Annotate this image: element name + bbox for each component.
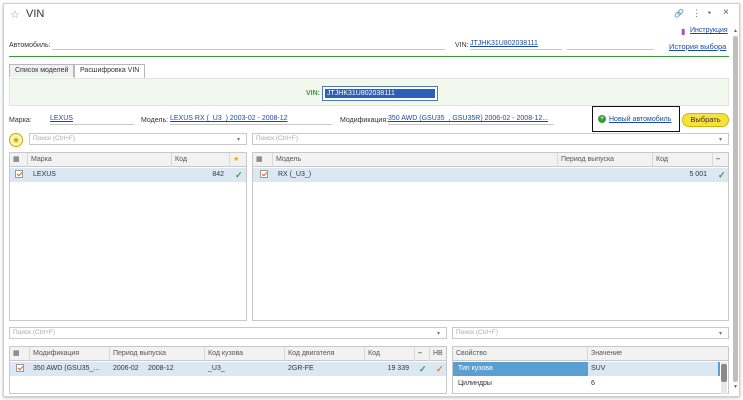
row-checkbox[interactable] — [13, 362, 27, 376]
instructions-icon: ▮ — [681, 27, 686, 36]
favorite-col-icon[interactable]: ★ — [230, 153, 247, 167]
hb-check-icon: ✓ — [436, 364, 444, 374]
model-grid-header: ▦ Модель Период выпуска Код ‒ — [253, 153, 728, 167]
check-icon: ✓ — [235, 170, 243, 180]
row-checkbox[interactable] — [12, 168, 26, 182]
minus-icon[interactable]: ‒ — [415, 347, 430, 361]
model-col-name[interactable]: Модель — [273, 153, 558, 167]
green-divider — [9, 56, 729, 57]
check-icon: ✓ — [419, 364, 427, 374]
minus-icon[interactable]: ‒ — [713, 153, 729, 167]
mod-engine: 2GR-FE — [288, 365, 314, 372]
history-link[interactable]: История выбора — [669, 42, 726, 51]
model-grid: ▦ Модель Период выпуска Код ‒ RX (_U3_) … — [252, 152, 729, 321]
mod-col-body[interactable]: Код кузова — [205, 347, 285, 361]
row-checkbox[interactable] — [257, 168, 271, 182]
mod-col-hb[interactable]: НВ — [430, 347, 447, 361]
mod-from: 2006-02 — [113, 365, 139, 372]
vin-extra-field[interactable] — [567, 40, 654, 50]
maximize-icon[interactable]: ▪ — [708, 8, 711, 17]
brand-code: 842 — [212, 171, 224, 178]
mod-code: 19 339 — [387, 365, 409, 372]
mod-grid: ▦ Модификация Период выпуска Код кузова … — [9, 346, 447, 394]
mod-col-code[interactable]: Код — [365, 347, 415, 361]
table-row[interactable]: Тип кузова SUV — [453, 362, 720, 376]
choose-button[interactable]: Выбрать — [682, 113, 729, 127]
prop-name: Цилиндры — [458, 380, 492, 387]
select-column-icon[interactable]: ▦ — [10, 153, 28, 167]
table-row[interactable]: Цилиндры 6 — [453, 377, 720, 391]
brand-grid-header: ▦ Марка Код ★ — [10, 153, 246, 167]
brand-col-name[interactable]: Марка — [28, 153, 172, 167]
table-row[interactable]: LEXUS 842 ✓ — [10, 168, 246, 182]
vin-field[interactable]: JTJHK31U802038111 — [470, 40, 562, 50]
model-col-period[interactable]: Период выпуска — [558, 153, 653, 167]
prop-grid-header: Свойство Значение — [453, 347, 728, 361]
table-row[interactable]: 350 AWD (GSU35_... 2006-02 2008-12 _U3_ … — [10, 362, 446, 376]
model-field[interactable]: LEXUS RX (_U3_) 2003-02 - 2008-12 — [170, 115, 332, 125]
favorites-star-icon[interactable]: ★ — [9, 133, 23, 147]
mod-grid-header: ▦ Модификация Период выпуска Код кузова … — [10, 347, 446, 361]
tab-vin-decode[interactable]: Расшифровка VIN — [74, 64, 146, 78]
prop-grid: Свойство Значение Тип кузова SUV Цилиндр… — [452, 346, 729, 394]
prop-value: SUV — [588, 362, 718, 376]
select-column-icon[interactable]: ▦ — [10, 347, 30, 361]
table-row[interactable]: RX (_U3_) 5 001 ✓ — [253, 168, 728, 182]
mod-to: 2008-12 — [148, 365, 174, 372]
mod-col-engine[interactable]: Код двигателя — [285, 347, 365, 361]
check-icon: ✓ — [718, 170, 726, 180]
brand-col-code[interactable]: Код — [172, 153, 230, 167]
add-icon: + — [598, 115, 606, 123]
model-period — [558, 168, 653, 182]
brand-grid: ▦ Марка Код ★ LEXUS 842 ✓ — [9, 152, 247, 321]
vin-panel-label: VIN: — [306, 90, 320, 97]
vin-input[interactable]: JTJHK31U802038111 — [322, 86, 438, 101]
link-icon[interactable]: 🔗 — [674, 9, 684, 18]
model-col-code[interactable]: Код — [653, 153, 713, 167]
mod-col-period[interactable]: Период выпуска — [110, 347, 205, 361]
window-scrollbar[interactable]: ▲ ▼ — [733, 28, 738, 392]
favorite-star-icon[interactable]: ☆ — [10, 8, 20, 21]
new-car-link[interactable]: Новый автомобиль — [609, 116, 671, 123]
brand-field[interactable]: LEXUS — [50, 115, 134, 125]
window-title: VIN — [26, 8, 45, 20]
prop-name: Тип кузова — [458, 365, 493, 372]
vin-label: VIN: — [455, 42, 469, 49]
select-column-icon[interactable]: ▦ — [253, 153, 273, 167]
model-name: RX (_U3_) — [278, 171, 312, 178]
mod-name: 350 AWD (GSU35_... — [33, 365, 100, 372]
model-label: Модель: — [141, 117, 169, 124]
prop-col-name[interactable]: Свойство — [453, 347, 588, 361]
mod-col-name[interactable]: Модификация — [30, 347, 110, 361]
brand-name: LEXUS — [33, 171, 56, 178]
prop-value: 6 — [591, 380, 595, 387]
instructions-link[interactable]: Инструкция — [690, 27, 728, 34]
model-code: 5 001 — [689, 171, 707, 178]
mod-field[interactable]: 350 AWD (GSU35_, GSU35R) 2006-02 - 2008-… — [388, 115, 554, 125]
brand-search-input[interactable]: Поиск (Ctrl+F) ▾ — [29, 133, 247, 145]
tab-model-list[interactable]: Список моделей — [9, 64, 75, 77]
prop-scrollbar[interactable] — [721, 362, 727, 394]
prop-search-input[interactable]: Поиск (Ctrl+F) ▾ — [452, 327, 729, 339]
brand-label: Марка: — [9, 117, 32, 124]
car-field[interactable] — [52, 40, 445, 50]
prop-col-value[interactable]: Значение — [588, 347, 718, 361]
mod-label: Модификация: — [340, 117, 389, 124]
mod-search-input[interactable]: Поиск (Ctrl+F) ▾ — [9, 327, 447, 339]
car-label: Автомобиль: — [9, 42, 51, 49]
more-icon[interactable]: ⋮ — [692, 8, 701, 19]
mod-body: _U3_ — [208, 365, 225, 372]
model-search-input[interactable]: Поиск (Ctrl+F) ▾ — [252, 133, 729, 145]
close-icon[interactable]: × — [723, 7, 729, 18]
